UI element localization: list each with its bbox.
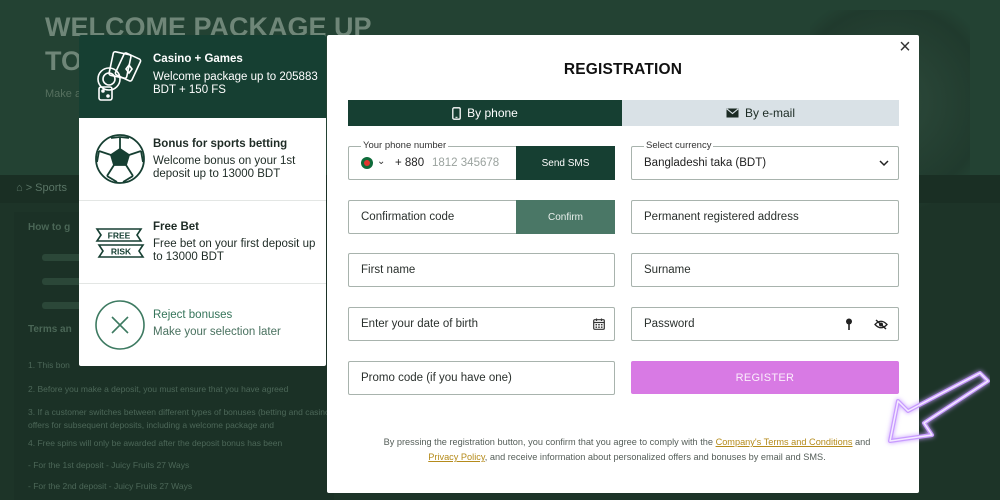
register-button[interactable]: REGISTER bbox=[631, 361, 899, 394]
date-of-birth-input[interactable]: Enter your date of birth bbox=[361, 318, 478, 330]
tab-label: By phone bbox=[467, 106, 518, 120]
tab-by-email[interactable]: By e-mail bbox=[622, 100, 899, 126]
bonus-title: Reject bonuses bbox=[153, 309, 233, 321]
legal-notice: By pressing the registration button, you… bbox=[357, 435, 897, 465]
phone-input[interactable]: 1812 345678 bbox=[432, 157, 499, 169]
svg-text:RISK: RISK bbox=[111, 247, 132, 257]
background-line bbox=[42, 254, 82, 261]
bangladesh-flag-icon bbox=[361, 157, 373, 169]
bonus-option-free-bet[interactable]: FREE RISK Free Bet Free bet on your firs… bbox=[79, 201, 326, 284]
currency-value: Bangladeshi taka (BDT) bbox=[644, 157, 767, 169]
background-list-item: 3. If a customer switches between differ… bbox=[28, 407, 348, 417]
tab-label: By e-mail bbox=[744, 106, 795, 120]
phone-label: Your phone number bbox=[361, 140, 449, 151]
send-sms-button[interactable]: Send SMS bbox=[516, 146, 615, 180]
first-name-field[interactable]: First name bbox=[348, 253, 615, 287]
bonus-description: Free bet on your first deposit up to 130… bbox=[153, 238, 316, 263]
calendar-icon[interactable] bbox=[593, 318, 605, 330]
promo-code-field[interactable]: Promo code (if you have one) bbox=[348, 361, 615, 395]
bonus-description: Welcome package up to 205883 BDT + 150 F… bbox=[153, 71, 318, 96]
background-line bbox=[42, 302, 82, 309]
chevron-down-icon bbox=[879, 160, 889, 167]
confirmation-code-input[interactable]: Confirmation code bbox=[361, 211, 454, 223]
envelope-icon bbox=[726, 108, 739, 118]
bonus-option-casino[interactable]: Casino + Games Welcome package up to 205… bbox=[79, 35, 326, 118]
background-list-item: - For the 1st deposit - Juicy Fruits 27 … bbox=[28, 460, 190, 470]
privacy-policy-link[interactable]: Privacy Policy bbox=[428, 452, 485, 462]
background-heading: How to g bbox=[28, 222, 71, 233]
address-input[interactable]: Permanent registered address bbox=[644, 211, 799, 223]
key-icon[interactable] bbox=[845, 318, 853, 331]
chevron-down-icon[interactable]: ⌄ bbox=[377, 156, 385, 167]
background-list-item: offers for subsequent deposits, includin… bbox=[28, 420, 275, 430]
legal-text: and bbox=[855, 437, 871, 447]
close-circle-icon bbox=[95, 300, 145, 350]
bonus-title: Casino + Games bbox=[153, 53, 243, 65]
modal-title: REGISTRATION bbox=[563, 61, 683, 78]
pointer-arrow-icon bbox=[888, 371, 990, 443]
background-list-item: 2. Before you make a deposit, you must e… bbox=[28, 384, 289, 394]
hero-subtitle: Make a bbox=[45, 88, 82, 100]
phone-icon bbox=[452, 106, 461, 120]
surname-input[interactable]: Surname bbox=[644, 264, 691, 276]
bonus-option-sports[interactable]: Bonus for sports betting Welcome bonus o… bbox=[79, 118, 326, 201]
casino-chips-icon bbox=[97, 50, 142, 101]
bonus-title: Bonus for sports betting bbox=[153, 138, 288, 150]
phone-field[interactable]: Your phone number ⌄ + 880 1812 345678 Se… bbox=[348, 140, 615, 180]
breadcrumb-label: > Sports bbox=[25, 182, 67, 194]
eye-slash-icon[interactable] bbox=[874, 319, 888, 330]
registration-modal: × REGISTRATION By phone By e-mail Your p… bbox=[327, 35, 919, 493]
background-terms-heading: Terms an bbox=[28, 324, 72, 335]
country-code[interactable]: + 880 bbox=[395, 157, 424, 169]
breadcrumb: ⌂ > Sports bbox=[16, 182, 67, 194]
confirm-button[interactable]: Confirm bbox=[516, 200, 615, 234]
bonus-description: Make your selection later bbox=[153, 326, 281, 338]
promo-code-input[interactable]: Promo code (if you have one) bbox=[361, 372, 512, 384]
confirmation-code-field[interactable]: Confirmation code Confirm bbox=[348, 200, 615, 234]
currency-select[interactable]: Select currency Bangladeshi taka (BDT) bbox=[631, 140, 899, 180]
date-of-birth-field[interactable]: Enter your date of birth bbox=[348, 307, 615, 341]
bonus-title: Free Bet bbox=[153, 221, 200, 233]
home-icon: ⌂ bbox=[16, 182, 26, 194]
background-line bbox=[42, 278, 82, 285]
terms-link[interactable]: Company's Terms and Conditions bbox=[716, 437, 853, 447]
soccer-ball-icon bbox=[95, 134, 145, 184]
bonus-selection-panel: Casino + Games Welcome package up to 205… bbox=[79, 35, 326, 366]
surname-field[interactable]: Surname bbox=[631, 253, 899, 287]
svg-text:FREE: FREE bbox=[108, 231, 131, 241]
background-list-item: - For the 2nd deposit - Juicy Fruits 27 … bbox=[28, 481, 193, 491]
close-icon[interactable]: × bbox=[897, 37, 913, 57]
bonus-option-reject[interactable]: Reject bonuses Make your selection later bbox=[79, 284, 326, 366]
password-input[interactable]: Password bbox=[644, 318, 695, 330]
legal-text: By pressing the registration button, you… bbox=[383, 437, 713, 447]
tab-by-phone[interactable]: By phone bbox=[348, 100, 622, 126]
first-name-input[interactable]: First name bbox=[361, 264, 415, 276]
address-field[interactable]: Permanent registered address bbox=[631, 200, 899, 234]
currency-label: Select currency bbox=[644, 140, 714, 151]
background-terms-list: 1. This bon 2. Before you make a deposit… bbox=[28, 353, 348, 497]
bonus-description: Welcome bonus on your 1st deposit up to … bbox=[153, 155, 296, 180]
legal-text: , and receive information about personal… bbox=[484, 452, 826, 462]
password-field[interactable]: Password bbox=[631, 307, 899, 341]
free-risk-icon: FREE RISK bbox=[95, 228, 145, 258]
background-list-item: 4. Free spins will only be awarded after… bbox=[28, 438, 283, 448]
